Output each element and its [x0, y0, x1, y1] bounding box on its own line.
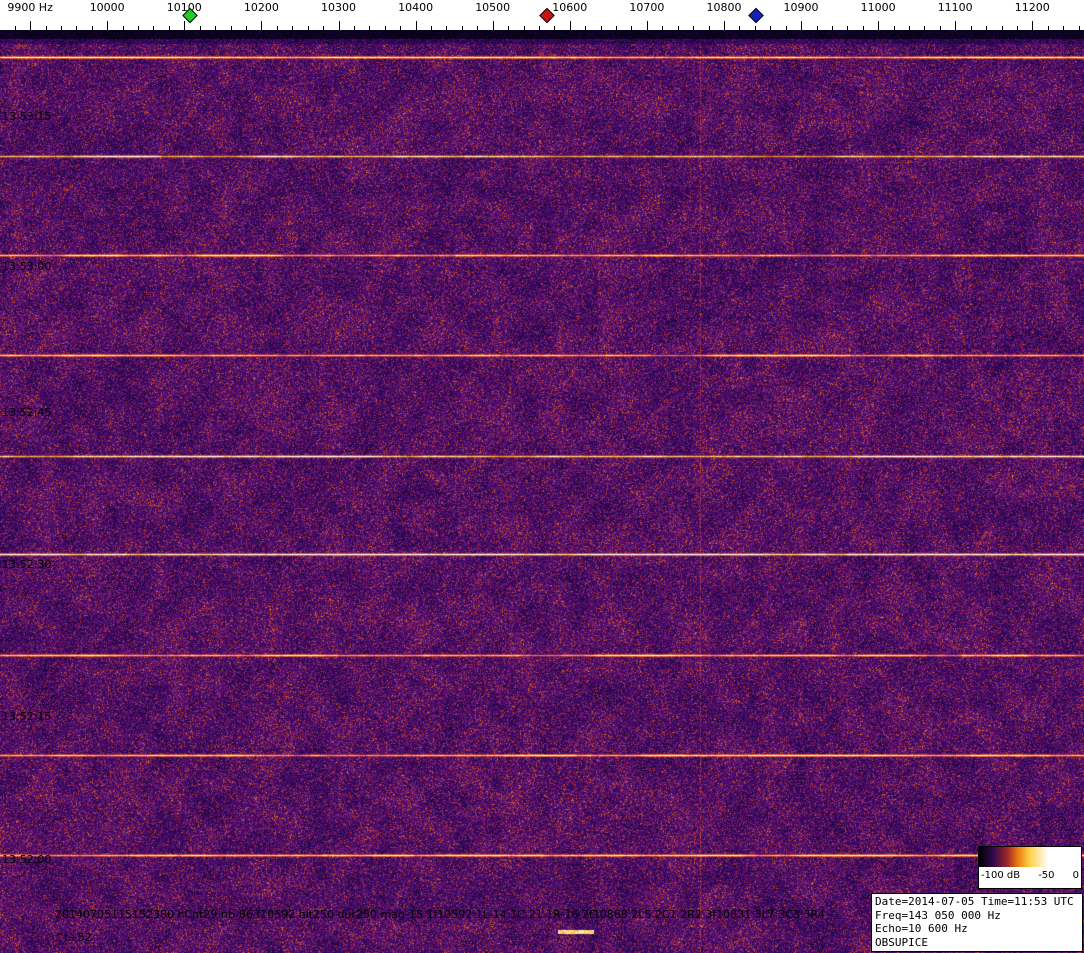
freq-tick [955, 21, 956, 30]
freq-tick-label: 10500 [475, 1, 510, 14]
frequency-scale[interactable]: 9900 Hz 10000 10100 10200 10300 10400 10500 106… [0, 0, 1084, 30]
freq-tick-label: 10000 [90, 1, 125, 14]
freq-tick [107, 21, 108, 30]
status-line-echo: Echo=10 600 Hz [875, 922, 1079, 936]
colormap-gradient [979, 847, 1081, 867]
time-tick-label: 13:52:30 [2, 558, 51, 571]
time-tick-label: 13:53:00 [2, 260, 51, 273]
freq-tick-label: 11100 [938, 1, 973, 14]
freq-tick [801, 21, 802, 30]
time-tick-label: 13:52:15 [2, 710, 51, 723]
legend-label-max: 0 [1073, 870, 1079, 881]
spectrogram-area: 13:53:15 13:53:00 13:52:45 13:52:30 13:52:15… [0, 30, 1084, 953]
color-scale-legend: -100 dB -50 0 [978, 846, 1082, 889]
freq-tick [878, 21, 879, 30]
freq-tick-label: 11200 [1015, 1, 1050, 14]
status-line-station: OBSUPICE [875, 936, 1079, 950]
freq-tick-label: 10900 [784, 1, 819, 14]
marker-blue-diamond-icon[interactable] [749, 8, 765, 24]
legend-label-min: -100 dB [981, 870, 1020, 881]
freq-tick-label: 10600 [552, 1, 587, 14]
freq-tick [339, 21, 340, 30]
freq-tick-label: 10800 [707, 1, 742, 14]
freq-tick [724, 21, 725, 30]
status-line-datetime: Date=2014-07-05 Time=11:53 UTC [875, 895, 1079, 909]
status-info-box: Date=2014-07-05 Time=11:53 UTC Freq=143 … [871, 893, 1083, 952]
cursor-info-text: ^t+52 [55, 931, 92, 944]
waterfall-window: 9900 Hz 10000 10100 10200 10300 10400 10500 106… [0, 0, 1084, 953]
freq-tick-label: 10200 [244, 1, 279, 14]
time-tick-label: 13:53:15 [2, 110, 51, 123]
freq-tick-label: 11000 [861, 1, 896, 14]
freq-tick-label: 10300 [321, 1, 356, 14]
freq-tick [416, 21, 417, 30]
freq-tick-label: 10400 [398, 1, 433, 14]
freq-tick [261, 21, 262, 30]
time-tick-label: 13:52:00 [2, 853, 51, 866]
freq-tick [570, 21, 571, 30]
time-tick-label: 13:52:45 [2, 406, 51, 419]
legend-labels: -100 dB -50 0 [979, 867, 1081, 881]
freq-tick [30, 21, 31, 30]
legend-label-mid: -50 [1038, 870, 1054, 881]
freq-tick-label: 10700 [629, 1, 664, 14]
freq-tick [493, 21, 494, 30]
status-line-frequency: Freq=143 050 000 Hz [875, 909, 1079, 923]
freq-tick [1032, 21, 1033, 30]
freq-tick-label: 9900 Hz [7, 1, 53, 14]
freq-tick [184, 21, 185, 30]
spectrogram-canvas[interactable] [0, 30, 1084, 953]
detection-info-text: 20140705115152380 hCnt29 nb-86 f10592 hi… [55, 908, 825, 921]
freq-tick [647, 21, 648, 30]
